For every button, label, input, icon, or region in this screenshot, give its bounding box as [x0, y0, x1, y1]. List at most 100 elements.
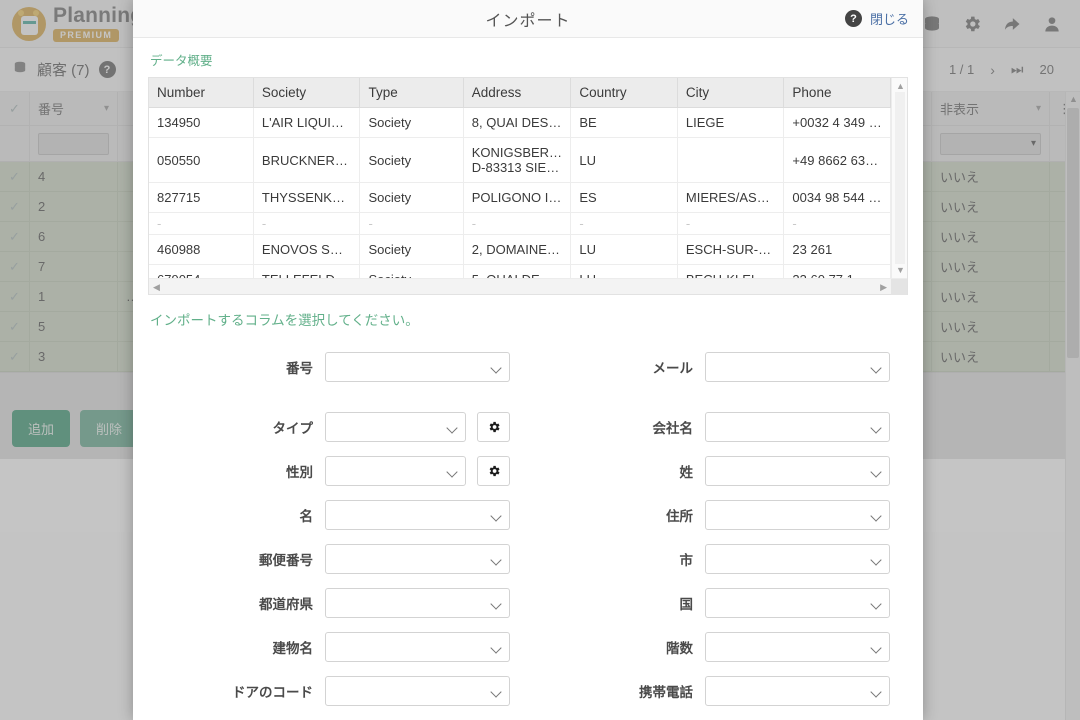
mapping-select[interactable] — [705, 544, 890, 574]
mapping-field-11: 国 — [528, 581, 908, 625]
mapping-field-8: 郵便番号 — [148, 537, 528, 581]
preview-cell-city: BECH-KLEIN… — [677, 264, 785, 278]
data-preview-panel: Number Society Type Address Country City Phone… — [148, 77, 908, 295]
preview-cell-society: L'AIR LIQUIDE… — [253, 107, 361, 138]
preview-cell-type: - — [359, 212, 464, 235]
help-icon[interactable]: ? — [844, 10, 862, 27]
mapping-select[interactable] — [705, 456, 890, 486]
preview-table-clip: Number Society Type Address Country City Phone… — [149, 78, 891, 278]
mapping-field-13: 階数 — [528, 625, 908, 669]
mapping-select[interactable] — [325, 412, 466, 442]
preview-header-row: Number Society Type Address Country City Phone — [149, 78, 891, 108]
preview-cell-country: ES — [570, 182, 678, 213]
preview-body: 134950 L'AIR LIQUIDE… Society 8, QUAI DES …… — [149, 107, 891, 278]
mapping-select[interactable] — [705, 588, 890, 618]
preview-horizontal-scrollbar[interactable]: ◀ ▶ — [149, 278, 907, 295]
mapping-field-label: 建物名 — [272, 641, 314, 656]
mapping-field-label: 会社名 — [652, 421, 694, 436]
mapping-field-9: 市 — [528, 537, 908, 581]
preview-cell-society: TELLEFELD S… — [253, 264, 361, 278]
preview-cell-number: 134950 — [149, 107, 254, 138]
mapping-select[interactable] — [325, 588, 510, 618]
mapping-field-label: 性別 — [286, 465, 313, 480]
preview-cell-city: ESCH-SUR-A… — [677, 234, 785, 265]
preview-row: 460988 ENOVOS SER… Society 2, DOMAINE … LU ES… — [149, 234, 891, 265]
preview-cell-phone: 23 60 77 1 — [783, 264, 891, 278]
preview-cell-type: Society — [359, 137, 464, 183]
preview-column-header: Address — [463, 78, 572, 108]
preview-cell-country: LU — [570, 264, 678, 278]
scroll-left-icon[interactable]: ◀ — [153, 282, 160, 293]
preview-cell-city: - — [677, 212, 785, 235]
mapping-field-12: 建物名 — [148, 625, 528, 669]
mapping-select[interactable] — [705, 632, 890, 662]
mapping-field-15: 携帯電話 — [528, 669, 908, 713]
dialog-body: データ概要 Number Society Type Address Country Cit… — [133, 38, 923, 720]
mapping-field-7: 住所 — [528, 493, 908, 537]
preview-row: 827715 THYSSENKR… Society POLIGONO I… ES MIER… — [149, 182, 891, 213]
mapping-field-label: 名 — [299, 509, 314, 524]
mapping-select[interactable] — [325, 544, 510, 574]
preview-cell-address: 2, DOMAINE … — [463, 234, 572, 265]
data-overview-label: データ概要 — [150, 54, 213, 68]
preview-cell-country: LU — [570, 137, 678, 183]
gear-icon[interactable] — [477, 456, 510, 486]
preview-row: 679054TELLEFELD S…Society5, QUAI DE L…LU… — [149, 264, 891, 278]
scroll-up-icon[interactable]: ▲ — [896, 81, 905, 91]
preview-cell-phone: +0032 4 349 … — [783, 107, 891, 138]
preview-cell-country: BE — [570, 107, 678, 138]
mapping-select[interactable] — [325, 456, 466, 486]
mapping-field-label: 住所 — [666, 509, 693, 524]
gear-icon[interactable] — [477, 412, 510, 442]
mapping-select[interactable] — [705, 352, 890, 382]
select-columns-hint: インポートするコラムを選択してください。 — [150, 313, 419, 328]
mapping-field-label: 携帯電話 — [639, 685, 693, 700]
preview-vertical-scrollbar[interactable]: ▲ ▼ — [891, 78, 907, 278]
scroll-down-icon[interactable]: ▼ — [896, 265, 905, 275]
preview-column-header: Society — [253, 78, 361, 108]
mapping-field-10: 都道府県 — [148, 581, 528, 625]
scrollbar-corner — [891, 279, 907, 295]
preview-cell-type: Society — [359, 182, 464, 213]
preview-cell-phone: 0034 98 544 … — [783, 182, 891, 213]
preview-cell-number: 460988 — [149, 234, 254, 265]
mapping-field-3: 会社名 — [528, 405, 908, 449]
import-dialog: インポート ? 閉じる データ概要 Number Society Type Addre… — [133, 0, 923, 720]
preview-cell-number: 679054 — [149, 264, 254, 278]
mapping-select[interactable] — [325, 500, 510, 530]
preview-cell-address: 5, QUAI DE L… — [463, 264, 572, 278]
preview-cell-society: - — [253, 212, 361, 235]
preview-cell-type: Society — [359, 107, 464, 138]
column-mapping-form: 番号 メール タイプ 会社名 性別 姓名 住所 郵便番号 市都道府県 国建物名 階数 ドアのコード 携帯… — [148, 345, 908, 713]
mapping-field-label: メール — [652, 361, 694, 376]
preview-cell-phone: +49 8662 63-… — [783, 137, 891, 183]
scroll-right-icon[interactable]: ▶ — [880, 282, 887, 293]
preview-cell-address: - — [463, 212, 572, 235]
mapping-select[interactable] — [705, 500, 890, 530]
mapping-select[interactable] — [325, 676, 510, 706]
mapping-field-label: 都道府県 — [259, 597, 313, 612]
mapping-field-label: 国 — [679, 597, 694, 612]
preview-cell-type: Society — [359, 234, 464, 265]
preview-cell-country: LU — [570, 234, 678, 265]
preview-cell-number: 827715 — [149, 182, 254, 213]
mapping-select[interactable] — [705, 412, 890, 442]
close-link[interactable]: 閉じる — [870, 9, 909, 28]
mapping-select[interactable] — [325, 352, 510, 382]
preview-cell-number: 050550 — [149, 137, 254, 183]
mapping-field-6: 名 — [148, 493, 528, 537]
mapping-field-label: 郵便番号 — [259, 553, 313, 568]
preview-cell-phone: 23 261 — [783, 234, 891, 265]
preview-row: 134950 L'AIR LIQUIDE… Society 8, QUAI DES …… — [149, 107, 891, 138]
preview-cell-city: LIEGE — [677, 107, 785, 138]
preview-vscroll-track[interactable] — [895, 92, 905, 264]
preview-cell-society: THYSSENKR… — [253, 182, 361, 213]
mapping-select[interactable] — [325, 632, 510, 662]
preview-cell-address: KONIGSBER… D-83313 SIE… — [463, 137, 572, 183]
dialog-title: インポート — [485, 12, 571, 30]
mapping-field-label: 市 — [679, 553, 694, 568]
mapping-field-5: 姓 — [528, 449, 908, 493]
preview-cell-city: MIERES/AST… — [677, 182, 785, 213]
mapping-select[interactable] — [705, 676, 890, 706]
preview-cell-number: - — [149, 212, 254, 235]
